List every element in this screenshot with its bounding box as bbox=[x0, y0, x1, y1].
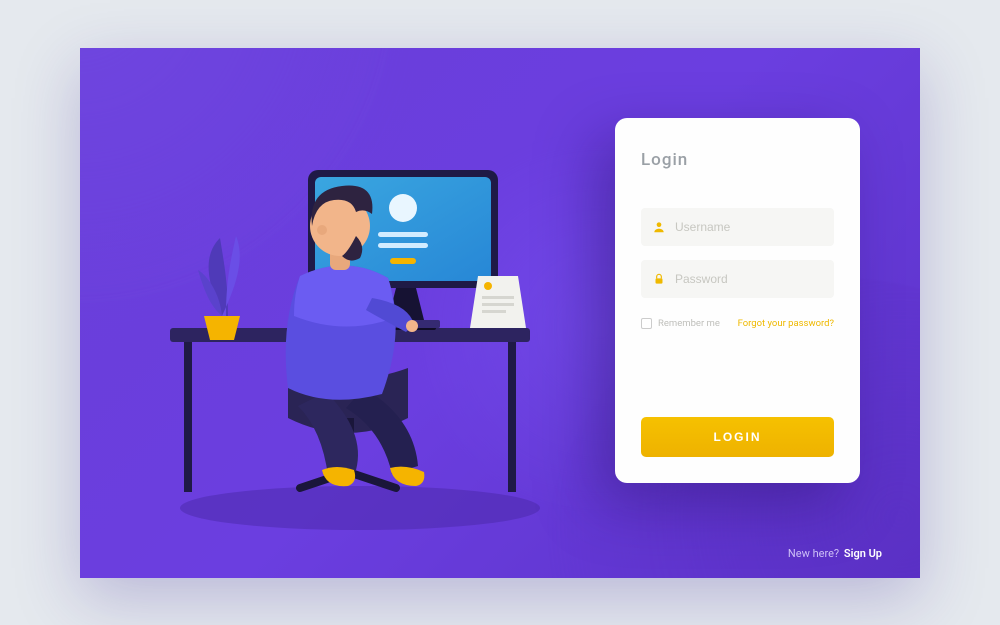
login-options-row: Remember me Forgot your password? bbox=[641, 318, 834, 329]
password-field-wrap bbox=[641, 260, 834, 298]
remember-checkbox[interactable] bbox=[641, 318, 652, 329]
login-button[interactable]: LOGIN bbox=[641, 417, 834, 457]
hero-illustration bbox=[150, 108, 570, 528]
signup-prompt: New here? Sign Up bbox=[788, 547, 882, 560]
username-field-wrap bbox=[641, 208, 834, 246]
username-input[interactable] bbox=[675, 220, 824, 234]
login-page: Login Remember me Forgot your password? … bbox=[80, 48, 920, 578]
user-icon bbox=[651, 219, 667, 235]
lock-icon bbox=[651, 271, 667, 287]
forgot-password-link[interactable]: Forgot your password? bbox=[738, 318, 834, 329]
signup-link[interactable]: Sign Up bbox=[844, 547, 882, 560]
login-title: Login bbox=[641, 150, 834, 170]
password-input[interactable] bbox=[675, 272, 824, 286]
remember-label: Remember me bbox=[658, 318, 720, 329]
login-card: Login Remember me Forgot your password? … bbox=[615, 118, 860, 483]
signup-text: New here? bbox=[788, 547, 839, 560]
